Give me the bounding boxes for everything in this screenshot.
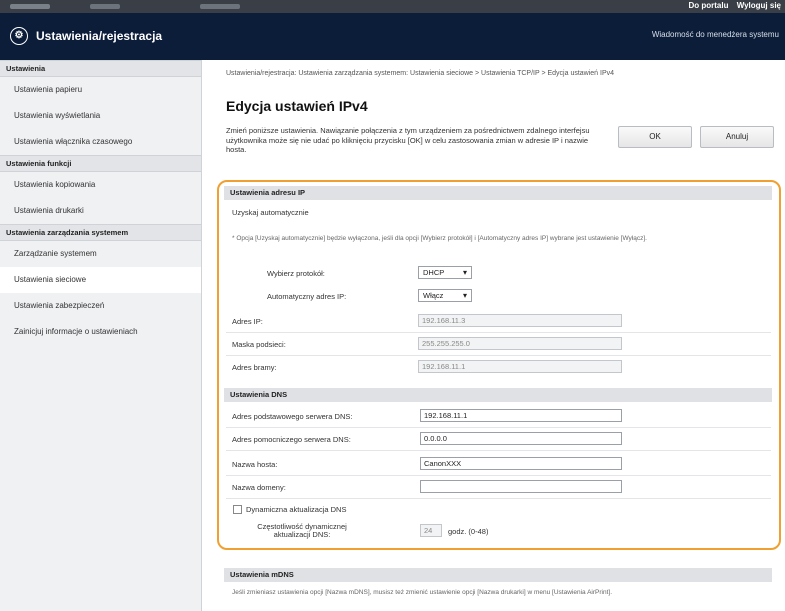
chevron-down-icon: ▾ bbox=[462, 268, 467, 277]
sidebar-item-timer[interactable]: Ustawienia włącznika czasowego bbox=[0, 129, 201, 155]
protocol-select[interactable]: DHCP ▾ bbox=[418, 266, 472, 279]
blurred-text bbox=[90, 4, 120, 9]
sidebar-item-paper[interactable]: Ustawienia papieru bbox=[0, 77, 201, 103]
gateway-field[interactable]: 192.168.11.1 bbox=[418, 360, 622, 373]
admin-message-link[interactable]: Wiadomość do menedżera systemu bbox=[652, 30, 779, 39]
sidebar-item-security[interactable]: Ustawienia zabezpieczeń bbox=[0, 293, 201, 319]
sidebar-item-display[interactable]: Ustawienia wyświetlania bbox=[0, 103, 201, 129]
ip-settings-header: Ustawienia adresu IP bbox=[224, 186, 772, 200]
logout-link[interactable]: Wyloguj się bbox=[737, 1, 781, 10]
host-name-label: Nazwa hosta: bbox=[232, 460, 278, 469]
cancel-button[interactable]: Anuluj bbox=[700, 126, 774, 148]
divider bbox=[226, 498, 771, 499]
host-name-field[interactable]: CanonXXX bbox=[420, 457, 622, 470]
portal-link[interactable]: Do portalu bbox=[688, 1, 728, 10]
divider bbox=[226, 332, 771, 333]
title-bar: ⚙ Ustawienia/rejestracja Wiadomość do me… bbox=[0, 13, 785, 60]
sidebar: Ustawienia Ustawienia papieru Ustawienia… bbox=[0, 60, 202, 611]
breadcrumb: Ustawienia/rejestracja: Ustawienia zarzą… bbox=[226, 70, 615, 77]
divider bbox=[226, 450, 771, 451]
sidebar-item-init[interactable]: Zainicjuj informacje o ustawieniach bbox=[0, 319, 201, 345]
update-interval-field[interactable]: 24 bbox=[420, 524, 442, 537]
sidebar-item-network[interactable]: Ustawienia sieciowe bbox=[0, 267, 201, 293]
divider bbox=[226, 427, 771, 428]
domain-name-field[interactable] bbox=[420, 480, 622, 493]
sidebar-item-printer[interactable]: Ustawienia drukarki bbox=[0, 198, 201, 224]
subnet-mask-field[interactable]: 255.255.255.0 bbox=[418, 337, 622, 350]
sidebar-section-functions: Ustawienia funkcji bbox=[0, 155, 201, 172]
ok-button[interactable]: OK bbox=[618, 126, 692, 148]
dynamic-dns-label: Dynamiczna aktualizacja DNS bbox=[246, 505, 347, 514]
auto-ip-label: Automatyczny adres IP: bbox=[267, 292, 347, 301]
divider bbox=[226, 355, 771, 356]
auto-ip-select[interactable]: Włącz ▾ bbox=[418, 289, 472, 302]
auto-note: * Opcja [Uzyskaj automatycznie] będzie w… bbox=[232, 235, 647, 242]
primary-dns-field[interactable]: 192.168.11.1 bbox=[420, 409, 622, 422]
settings-gear-icon: ⚙ bbox=[10, 27, 28, 45]
auto-ip-value: Włącz bbox=[423, 291, 444, 300]
secondary-dns-label: Adres pomocniczego serwera DNS: bbox=[232, 435, 351, 444]
update-interval-label: Częstotliwość dynamicznej aktualizacji D… bbox=[257, 522, 347, 539]
page-title: Edycja ustawień IPv4 bbox=[226, 98, 368, 114]
top-links: Do portalu Wyloguj się bbox=[682, 1, 781, 10]
ip-address-label: Adres IP: bbox=[232, 317, 263, 326]
app-title: Ustawienia/rejestracja bbox=[36, 29, 163, 43]
mdns-note: Jeśli zmieniasz ustawienia opcji [Nazwa … bbox=[232, 589, 613, 596]
sidebar-item-system-management[interactable]: Zarządzanie systemem bbox=[0, 241, 201, 267]
main-content: Ustawienia/rejestracja: Ustawienia zarzą… bbox=[212, 60, 785, 611]
mdns-settings-header: Ustawienia mDNS bbox=[224, 568, 772, 582]
sidebar-section-settings: Ustawienia bbox=[0, 60, 201, 77]
domain-name-label: Nazwa domeny: bbox=[232, 483, 286, 492]
protocol-value: DHCP bbox=[423, 268, 445, 277]
top-bar: Do portalu Wyloguj się bbox=[0, 0, 785, 13]
chevron-down-icon: ▾ bbox=[462, 291, 467, 300]
divider bbox=[226, 475, 771, 476]
dns-settings-header: Ustawienia DNS bbox=[224, 388, 772, 402]
blurred-text bbox=[200, 4, 240, 9]
blurred-text bbox=[10, 4, 50, 9]
gateway-label: Adres bramy: bbox=[232, 363, 277, 372]
primary-dns-label: Adres podstawowego serwera DNS: bbox=[232, 412, 353, 421]
ip-address-field[interactable]: 192.168.11.3 bbox=[418, 314, 622, 327]
secondary-dns-field[interactable]: 0.0.0.0 bbox=[420, 432, 622, 445]
page-description: Zmień poniższe ustawienia. Nawiązanie po… bbox=[226, 126, 590, 154]
update-interval-unit: godz. (0-48) bbox=[448, 527, 489, 536]
subnet-mask-label: Maska podsieci: bbox=[232, 340, 286, 349]
obtain-auto-label: Uzyskaj automatycznie bbox=[232, 208, 309, 217]
sidebar-item-copy[interactable]: Ustawienia kopiowania bbox=[0, 172, 201, 198]
protocol-label: Wybierz protokół: bbox=[267, 269, 325, 278]
dynamic-dns-checkbox[interactable] bbox=[233, 505, 242, 514]
sidebar-section-system: Ustawienia zarządzania systemem bbox=[0, 224, 201, 241]
